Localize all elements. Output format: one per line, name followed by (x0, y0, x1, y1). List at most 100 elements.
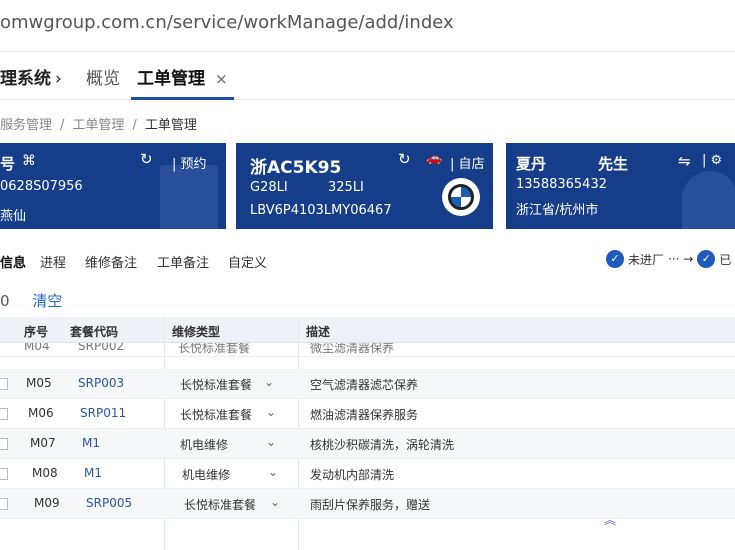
scan-icon[interactable]: ⌘ (22, 153, 36, 169)
status-step-next: 已 (719, 252, 732, 267)
system-title[interactable]: 理系统 › (0, 64, 62, 89)
table-row[interactable]: M07 M1 机电维修 ⌄ 核桃沙积碳清洗，涡轮清洗 (0, 429, 735, 459)
car-icon[interactable]: 🚗 (426, 151, 442, 166)
header-package-code: 套餐代码 (70, 325, 119, 339)
refresh-icon[interactable]: ↻ (398, 150, 411, 168)
row-checkbox[interactable] (0, 408, 8, 420)
system-title-text: 理系统 (0, 69, 51, 89)
cell-seq: M04 (24, 343, 50, 353)
refresh-icon[interactable]: ↻ (140, 150, 153, 168)
cell-code: M1 (82, 436, 100, 450)
own-store-link-text: 自店 (458, 157, 485, 172)
breadcrumb-item[interactable]: 工单管理 (72, 118, 124, 133)
clear-button[interactable]: 清空 (32, 292, 62, 310)
customer-phone: 13588365432 (516, 177, 607, 192)
order-number: 0628S07956 (0, 179, 83, 194)
cell-desc: 微尘滤清器保养 (310, 343, 395, 355)
cell-code: SRP003 (78, 376, 125, 390)
cell-type[interactable]: 长悦标准套餐 (180, 406, 252, 423)
chevron-down-icon[interactable]: ⌄ (266, 435, 276, 449)
bmw-logo (442, 178, 480, 216)
chevron-down-icon[interactable]: ⌄ (270, 495, 280, 509)
row-checkbox[interactable] (0, 378, 8, 390)
cell-type[interactable]: 长悦标准套餐 (184, 496, 256, 513)
chevron-right-icon: › (55, 69, 62, 89)
table-row[interactable]: M09 SRP005 长悦标准套餐 ⌄ 雨刮片保养服务，赠送 (0, 489, 735, 519)
top-navigation: 理系统 › 概览 工单管理 × (0, 52, 735, 100)
cell-desc: 空气滤清器滤芯保养 (310, 378, 419, 392)
breadcrumb-separator: / (60, 118, 65, 133)
row-checkbox[interactable] (0, 468, 8, 480)
cell-type: 长悦标准套餐 (178, 343, 251, 355)
row-checkbox[interactable] (0, 498, 8, 510)
table-row[interactable]: M05 SRP003 长悦标准套餐 ⌄ 空气滤清器滤芯保养 (0, 369, 735, 399)
appointment-link[interactable]: | 预约 (172, 153, 207, 172)
cell-code: SRP002 (78, 343, 125, 353)
customer-name: 夏丹 (516, 155, 547, 173)
cell-seq: M08 (32, 466, 58, 480)
cell-seq: M07 (30, 436, 56, 450)
swap-icon[interactable]: ⇋ (678, 152, 691, 170)
tab-info[interactable]: 信息 (0, 252, 26, 271)
bmw-roundel (448, 184, 474, 210)
tab-work-order[interactable]: 工单管理 × (131, 52, 234, 100)
breadcrumb-item[interactable]: 服务管理 (0, 118, 52, 133)
tab-overview[interactable]: 概览 (86, 64, 120, 89)
cell-desc: 雨刮片保养服务，赠送 (310, 498, 431, 512)
cell-seq: M09 (34, 496, 60, 510)
breadcrumb-separator: / (132, 118, 137, 133)
advisor-name: 燕仙 (0, 209, 27, 224)
cell-type[interactable]: 机电维修 (182, 466, 230, 483)
customer-info-card: 夏丹 先生 ⇋ | ⚙ 13588365432 浙江省/杭州市 (506, 143, 735, 229)
close-icon[interactable]: × (215, 70, 228, 88)
chevron-down-icon[interactable]: ⌄ (268, 465, 278, 479)
row-checkbox[interactable] (0, 438, 8, 450)
vehicle-variant: 325LI (328, 180, 364, 195)
cell-code: SRP005 (86, 496, 133, 510)
tab-custom[interactable]: 自定义 (228, 252, 267, 271)
tab-repair-notes[interactable]: 维修备注 (85, 252, 137, 271)
tab-progress[interactable]: 进程 (40, 252, 66, 271)
cell-code: M1 (84, 466, 102, 480)
gear-icon[interactable]: | ⚙ (702, 153, 722, 168)
customer-title: 先生 (598, 155, 629, 173)
table-row[interactable]: M08 M1 机电维修 ⌄ 发动机内部清洗 (0, 459, 735, 489)
table-row[interactable]: M06 SRP011 长悦标准套餐 ⌄ 燃油滤清器保养服务 (0, 399, 735, 429)
breadcrumb-current: 工单管理 (144, 118, 197, 133)
url-text[interactable]: omwgroup.com.cn/service/workManage/add/i… (0, 12, 454, 33)
service-items-table: 序号 套餐代码 维修类型 描述 M04 SRP002 长悦标准套餐 微尘滤清器保… (0, 317, 735, 550)
cell-type[interactable]: 长悦标准套餐 (180, 376, 252, 393)
check-icon: ✓ (697, 250, 716, 268)
cell-type[interactable]: 机电维修 (180, 436, 228, 453)
address-bar[interactable]: omwgroup.com.cn/service/workManage/add/i… (0, 0, 735, 52)
license-plate: 浙AC5K95 (250, 158, 342, 178)
appointment-link-text: 预约 (180, 157, 207, 172)
header-repair-type: 维修类型 (172, 325, 221, 339)
chevron-down-icon[interactable]: ⌄ (266, 405, 276, 419)
table-row[interactable]: M04 SRP002 长悦标准套餐 微尘滤清器保养 (0, 343, 735, 357)
own-store-link[interactable]: | 自店 (450, 153, 485, 172)
status-steps: ✓ 未进厂 ··· → ✓ 已 (606, 250, 731, 268)
action-bar: 0 清空 (0, 290, 62, 311)
cell-desc: 发动机内部清洗 (310, 468, 395, 482)
tab-work-order-label: 工单管理 (137, 69, 205, 89)
customer-region: 浙江省/杭州市 (516, 203, 599, 218)
tab-order-notes[interactable]: 工单备注 (157, 252, 209, 271)
breadcrumb: 服务管理 / 工单管理 / 工单管理 (0, 114, 197, 133)
item-count: 0 (0, 292, 10, 310)
order-card-title: 号 (0, 155, 16, 173)
status-connector: ··· → (668, 252, 694, 266)
double-chevron-up-icon[interactable]: ︽ (604, 511, 616, 528)
table-header: 序号 套餐代码 维修类型 描述 (0, 317, 735, 343)
order-info-card: 号 ⌘ ↻ | 预约 0628S07956 燕仙 (0, 143, 226, 229)
cell-seq: M06 (28, 406, 54, 420)
cell-desc: 燃油滤清器保养服务 (310, 408, 419, 422)
cell-code: SRP011 (80, 406, 127, 420)
document-icon (160, 165, 218, 229)
header-seq: 序号 (24, 325, 49, 339)
cell-desc: 核桃沙积碳清洗，涡轮清洗 (310, 438, 455, 452)
chevron-down-icon[interactable]: ⌄ (264, 375, 274, 389)
vehicle-model: G28LI (250, 180, 288, 195)
check-icon: ✓ (606, 250, 624, 268)
shield-icon (682, 171, 735, 229)
